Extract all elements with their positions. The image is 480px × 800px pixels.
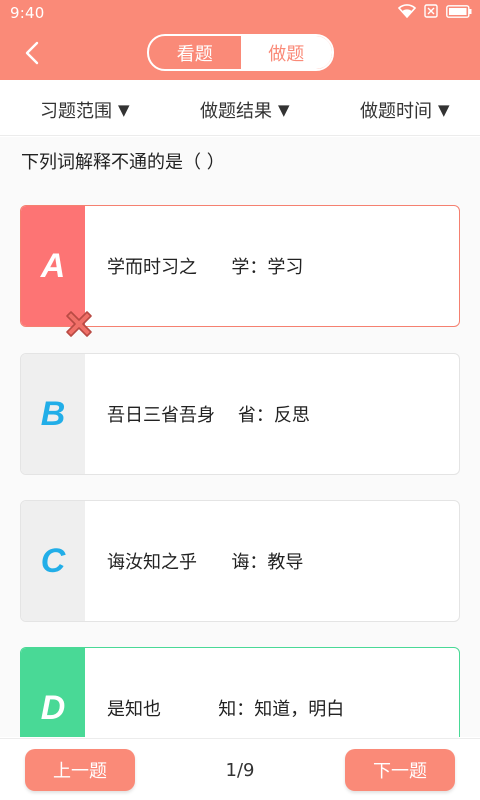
caret-down-icon: ▼ — [278, 100, 290, 119]
option-text: 吾日三省吾身 省：反思 — [107, 405, 310, 426]
tab-do-questions[interactable]: 做题 — [240, 36, 332, 69]
back-button[interactable] — [14, 36, 50, 70]
bottom-bar: 上一题 1/9 下一题 — [0, 738, 480, 800]
status-bar: 9:40 — [0, 0, 480, 26]
chevron-left-icon — [25, 41, 39, 65]
option-c[interactable]: C 诲汝知之乎 诲：教导 — [20, 500, 460, 622]
option-text: 诲汝知之乎 诲：教导 — [107, 552, 304, 573]
filter-time-dropdown[interactable]: 做题时间 ▼ — [360, 97, 450, 123]
option-text: 是知也 知：知道，明白 — [107, 699, 345, 720]
option-letter: C — [21, 501, 85, 621]
option-d[interactable]: D 是知也 知：知道，明白 — [20, 647, 460, 737]
caret-down-icon: ▼ — [118, 100, 130, 119]
filter-time-label: 做题时间 — [360, 101, 432, 122]
option-b[interactable]: B 吾日三省吾身 省：反思 — [20, 353, 460, 475]
mode-switch: 看题 做题 — [147, 34, 334, 71]
status-time: 9:40 — [10, 4, 45, 22]
battery-icon — [446, 4, 472, 18]
filter-result-dropdown[interactable]: 做题结果 ▼ — [200, 97, 290, 123]
tab-view-questions[interactable]: 看题 — [149, 36, 241, 69]
filter-bar: 习题范围 ▼ 做题结果 ▼ 做题时间 ▼ — [0, 80, 480, 136]
option-text: 学而时习之 学：学习 — [107, 257, 304, 278]
option-letter: D — [21, 648, 85, 737]
filter-range-label: 习题范围 — [40, 101, 112, 122]
question-text: 下列词解释不通的是（ ） — [21, 152, 225, 173]
no-sim-icon — [424, 4, 438, 18]
status-icons — [398, 4, 472, 18]
option-letter: B — [21, 354, 85, 474]
wrong-x-icon — [66, 311, 92, 337]
question-panel: 下列词解释不通的是（ ） A 学而时习之 学：学习 B 吾日三省吾身 省：反思 … — [0, 137, 480, 737]
filter-result-label: 做题结果 — [200, 101, 272, 122]
option-a[interactable]: A 学而时习之 学：学习 — [20, 205, 460, 337]
next-question-button[interactable]: 下一题 — [345, 749, 455, 791]
filter-range-dropdown[interactable]: 习题范围 ▼ — [40, 97, 130, 123]
header: 9:40 看题 做题 — [0, 0, 480, 80]
nav-bar: 看题 做题 — [0, 26, 480, 80]
wifi-icon — [398, 4, 416, 18]
caret-down-icon: ▼ — [438, 100, 450, 119]
